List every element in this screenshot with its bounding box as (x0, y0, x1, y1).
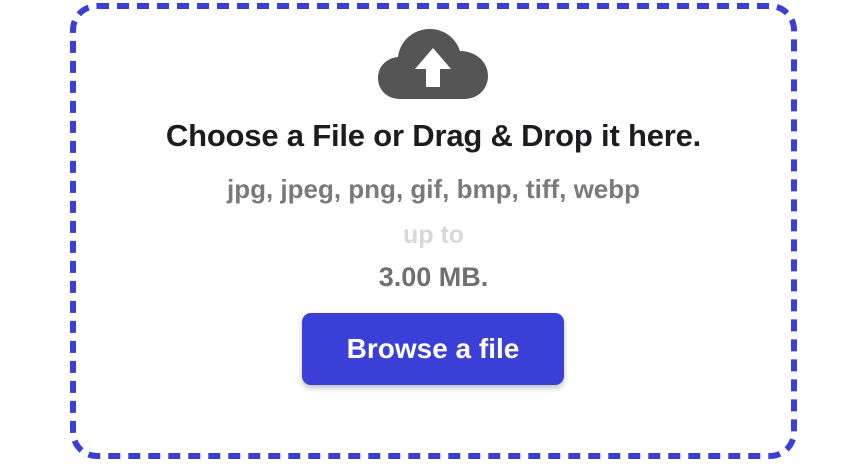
dropzone-title: Choose a File or Drag & Drop it here. (165, 118, 702, 153)
file-dropzone[interactable]: Choose a File or Drag & Drop it here. jp… (69, 2, 798, 460)
up-to-label: up to (402, 221, 465, 249)
browse-file-button[interactable]: Browse a file (302, 313, 564, 385)
allowed-file-types: jpg, jpeg, png, gif, bmp, tiff, webp (226, 174, 641, 204)
cloud-upload-icon (378, 29, 488, 99)
max-file-size: 3.00 MB. (378, 262, 489, 292)
